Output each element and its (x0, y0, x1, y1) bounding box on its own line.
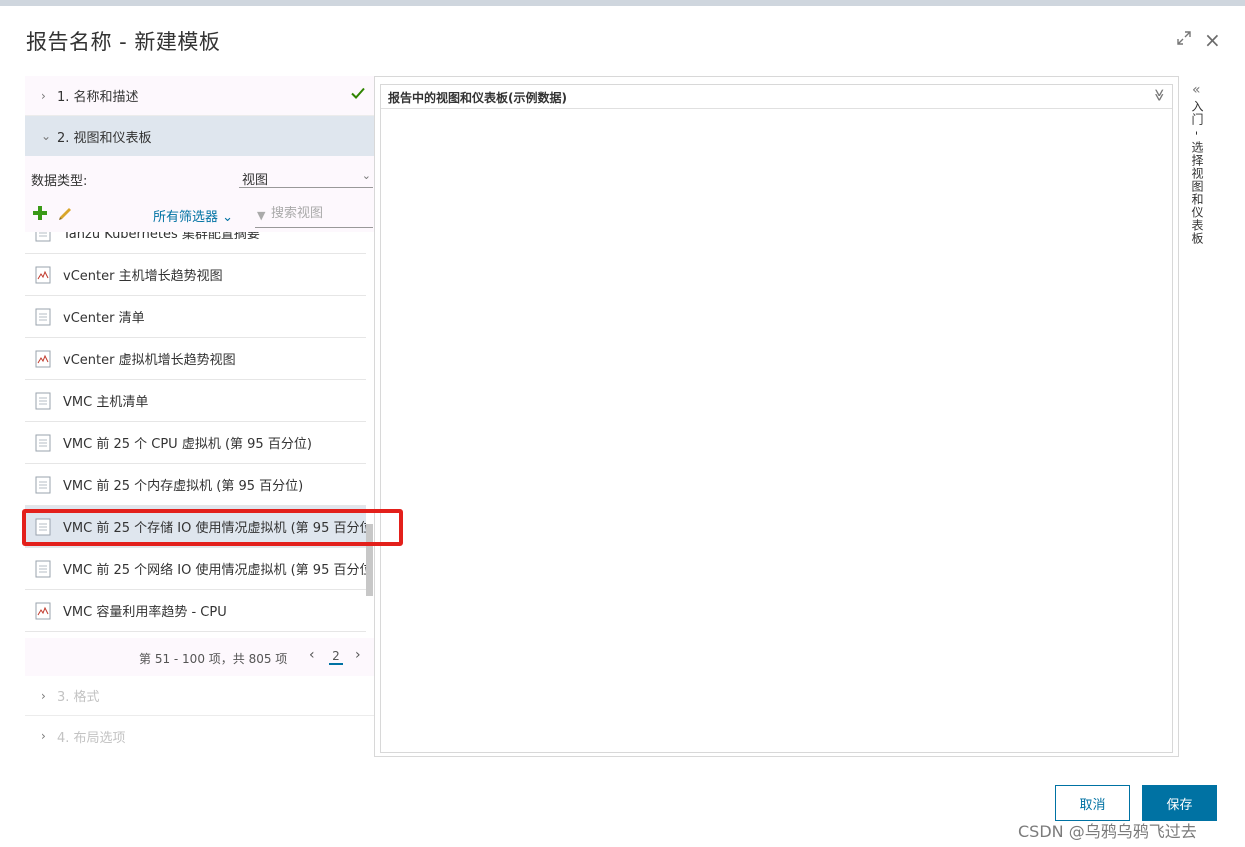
view-toolbar: 所有筛选器 ⌄ ▼ (25, 196, 374, 232)
current-page[interactable]: 2 (329, 649, 343, 665)
list-item-label: VMC 前 25 个网络 IO 使用情况虚拟机 (第 95 百分位) (63, 563, 366, 578)
list-item[interactable]: VMC 主机清单 (25, 380, 366, 422)
list-item[interactable]: Tanzu Kubernetes 集群配置摘要 (25, 232, 366, 254)
list-item-label: Tanzu Kubernetes 集群配置摘要 (63, 232, 260, 242)
list-item[interactable]: VMC 容量利用率趋势 - CPU (25, 590, 366, 632)
step-label: 4. 布局选项 (57, 730, 126, 746)
list-item[interactable]: vCenter 虚拟机增长趋势视图 (25, 338, 366, 380)
cancel-button[interactable]: 取消 (1055, 785, 1130, 821)
chart-document-icon (35, 350, 51, 367)
list-item-label: VMC 前 25 个内存虚拟机 (第 95 百分位) (63, 479, 304, 494)
list-item-label: VMC 容量利用率趋势 - CPU (63, 605, 227, 620)
checkmark-icon (351, 87, 365, 99)
list-item[interactable]: vCenter 主机增长趋势视图 (25, 254, 366, 296)
list-item-label: VMC 主机清单 (63, 395, 149, 410)
step-name-description[interactable]: › 1. 名称和描述 (25, 76, 374, 116)
watermark: CSDN @乌鸦乌鸦飞过去 (1018, 822, 1197, 841)
wizard-steps-pane: › 1. 名称和描述 ⌄ 2. 视图和仪表板 数据类型: 视图 ⌄ 所有筛选器 … (25, 76, 375, 757)
list-item-label: vCenter 清单 (63, 311, 145, 326)
help-side-panel: « 入门 - 选择视图和仪表板 (1178, 76, 1217, 757)
close-icon[interactable]: × (1204, 28, 1221, 52)
step-layout-options: › 4. 布局选项 (25, 716, 374, 756)
plus-icon[interactable] (33, 206, 47, 220)
data-type-select[interactable]: 视图 ⌄ (239, 166, 373, 188)
chevron-down-icon: ⌄ (41, 129, 52, 143)
list-item[interactable]: VMC 前 25 个 CPU 虚拟机 (第 95 百分位) (25, 422, 366, 464)
pagination: 第 51 - 100 项，共 805 项 ‹ 2 › (25, 638, 374, 676)
step-label: 1. 名称和描述 (57, 90, 139, 105)
chevron-right-icon: › (41, 688, 46, 703)
chart-document-icon (35, 602, 51, 619)
double-chevron-down-icon[interactable]: ≫ (1153, 89, 1167, 102)
preview-panel: 报告中的视图和仪表板(示例数据) ≫ (380, 84, 1173, 753)
document-icon (35, 560, 51, 577)
document-icon (35, 392, 51, 409)
list-item-label: VMC 前 25 个 CPU 虚拟机 (第 95 百分位) (63, 437, 312, 452)
double-chevron-left-icon[interactable]: « (1192, 82, 1201, 98)
chevron-right-icon: › (41, 88, 46, 103)
list-item[interactable]: vCenter 清单 (25, 296, 366, 338)
preview-header: 报告中的视图和仪表板(示例数据) ≫ (381, 85, 1172, 109)
document-icon (35, 308, 51, 325)
filter-icon: ▼ (257, 209, 266, 222)
pagination-summary: 第 51 - 100 项，共 805 项 (139, 652, 288, 666)
annotation-highlight-box (22, 509, 403, 546)
step-label: 2. 视图和仪表板 (57, 130, 152, 146)
step-label: 3. 格式 (57, 690, 100, 705)
data-type-value: 视图 (242, 173, 269, 188)
next-page-button[interactable]: › (355, 647, 361, 663)
data-type-label: 数据类型: (31, 174, 88, 189)
preview-title: 报告中的视图和仪表板(示例数据) (388, 91, 567, 105)
help-panel-title[interactable]: 入门 - 选择视图和仪表板 (1189, 100, 1206, 245)
chart-document-icon (35, 266, 51, 283)
all-filters-dropdown[interactable]: 所有筛选器 ⌄ (153, 206, 233, 225)
search-views-input[interactable] (271, 206, 371, 221)
pencil-icon[interactable] (57, 204, 73, 220)
step-format: › 3. 格式 (25, 676, 374, 716)
list-item[interactable]: VMC 前 25 个网络 IO 使用情况虚拟机 (第 95 百分位) (25, 548, 366, 590)
search-views-box: ▼ (255, 204, 373, 228)
document-icon (35, 434, 51, 451)
list-item[interactable]: VMC 前 25 个内存虚拟机 (第 95 百分位) (25, 464, 366, 506)
window-top-border (0, 0, 1245, 6)
list-item-label: vCenter 虚拟机增长趋势视图 (63, 353, 236, 368)
previous-page-button[interactable]: ‹ (309, 647, 315, 663)
chevron-down-icon: ⌄ (361, 169, 371, 182)
document-icon (35, 476, 51, 493)
views-section: 数据类型: 视图 ⌄ 所有筛选器 ⌄ ▼ Tanzu Kubernete (25, 156, 374, 676)
list-item-label: vCenter 主机增长趋势视图 (63, 269, 223, 284)
chevron-right-icon: › (41, 729, 46, 743)
document-icon (35, 232, 51, 241)
view-list: Tanzu Kubernetes 集群配置摘要 vCenter 主机增长趋势视图… (25, 232, 374, 638)
step-views-dashboards[interactable]: ⌄ 2. 视图和仪表板 (25, 116, 374, 156)
expand-icon[interactable] (1176, 30, 1192, 46)
save-button[interactable]: 保存 (1142, 785, 1217, 821)
dialog-title: 报告名称 - 新建模板 (26, 30, 221, 54)
